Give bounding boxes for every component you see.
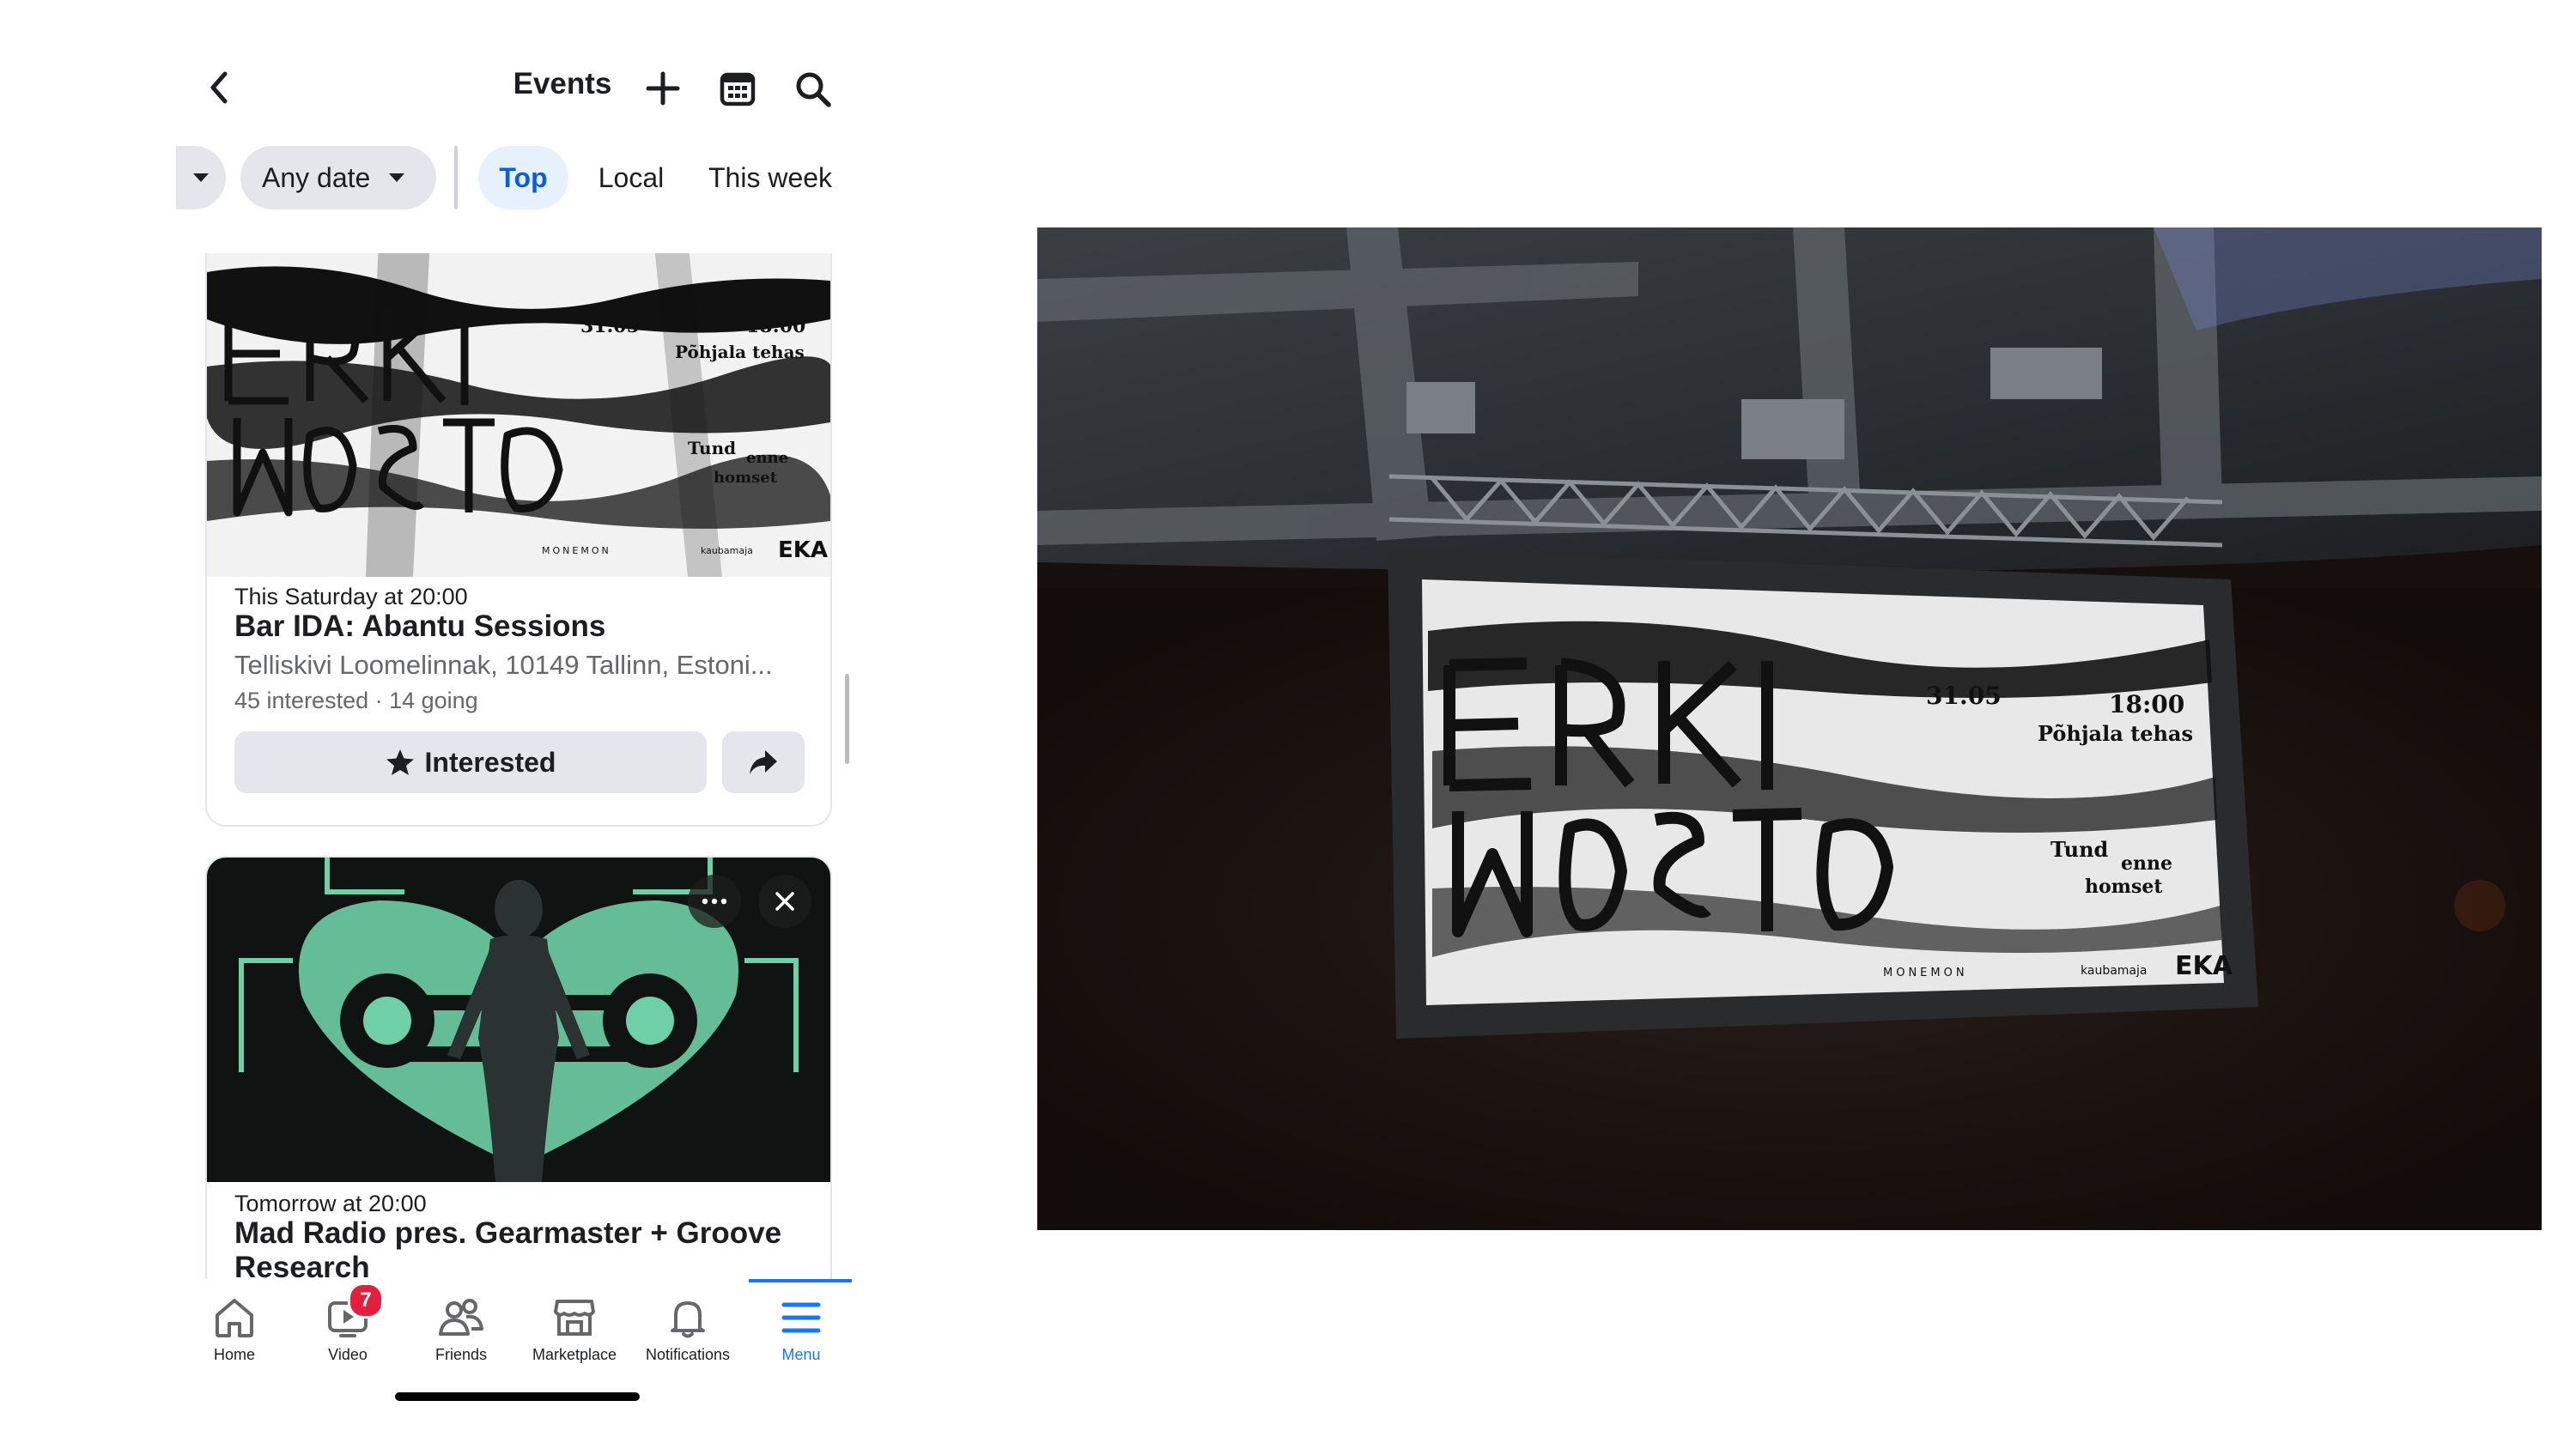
friends-icon	[439, 1299, 483, 1336]
bell-icon	[671, 1301, 705, 1338]
close-icon	[775, 892, 794, 911]
nav-notifications[interactable]: Notifications	[631, 1296, 744, 1364]
event-card[interactable]: Tomorrow at 20:00 Mad Radio pres. Gearma…	[205, 856, 832, 1283]
page-title: Events	[513, 67, 612, 100]
nav-marketplace[interactable]: Marketplace	[518, 1296, 631, 1364]
events-feed[interactable]: 31.05 18:00 Põhjala tehas Tund enne homs…	[176, 253, 854, 1283]
poster-line3: homset	[714, 469, 778, 487]
screen-line2: enne	[2121, 852, 2172, 875]
event-time: Tomorrow at 20:00	[234, 1191, 427, 1216]
screen-venue: Põhjala tehas	[2038, 721, 2193, 746]
nav-menu[interactable]: Menu	[744, 1296, 858, 1364]
more-options-button[interactable]	[688, 875, 741, 928]
interested-label: Interested	[424, 746, 556, 778]
scrollbar[interactable]	[845, 674, 849, 764]
poster-sponsor-3: EKA	[778, 537, 828, 563]
nav-home[interactable]: Home	[178, 1296, 291, 1364]
screen-sponsor-3: EKA	[2175, 951, 2233, 981]
back-icon[interactable]	[206, 69, 232, 106]
calendar-icon[interactable]	[720, 70, 756, 106]
active-tab-indicator	[749, 1279, 852, 1282]
tab-local[interactable]: Local	[588, 146, 674, 209]
screen-date: 31.05	[1926, 682, 2002, 710]
tab-top[interactable]: Top	[478, 146, 568, 209]
poster-sponsor-2: kaubamaja	[701, 545, 753, 556]
caret-down-icon	[389, 173, 405, 182]
star-icon	[386, 749, 414, 775]
event-stats: 45 interested · 14 going	[234, 688, 478, 713]
events-screen: Events Any date Top Local This week 31.0…	[176, 0, 854, 1449]
interested-button[interactable]: Interested	[234, 731, 707, 793]
nav-menu-label: Menu	[781, 1346, 821, 1363]
home-indicator	[395, 1392, 640, 1401]
screen-line3: homset	[2085, 876, 2163, 898]
nav-video[interactable]: 7 Video	[291, 1282, 404, 1364]
nav-friends-label: Friends	[434, 1346, 488, 1363]
top-bar: Events Any date Top Local This week	[176, 0, 854, 209]
date-filter-label: Any date	[262, 161, 371, 193]
event-title[interactable]: Mad Radio pres. Gearmaster + Groove Rese…	[234, 1216, 801, 1283]
event-venue-photo: 31.05 18:00 Põhjala tehas Tund enne homs…	[1037, 227, 2542, 1230]
hide-event-button[interactable]	[758, 875, 811, 928]
poster-sponsor-1: MONEMON	[542, 545, 611, 556]
poster-date: 31.05	[580, 315, 640, 337]
create-event-icon[interactable]	[646, 71, 680, 106]
filter-chip-partial[interactable]	[176, 146, 226, 209]
video-badge: 7	[348, 1282, 384, 1319]
screen-sponsor-1: MONEMON	[1883, 967, 1968, 979]
poster-line1: Tund	[688, 438, 736, 458]
more-dots-icon	[702, 898, 727, 905]
nav-marketplace-label: Marketplace	[532, 1346, 617, 1363]
share-icon	[750, 750, 777, 774]
marketplace-icon	[554, 1300, 595, 1336]
poster-line2: enne	[746, 449, 788, 467]
nav-video-label: Video	[328, 1346, 368, 1363]
screen-line1: Tund	[2050, 837, 2109, 862]
bottom-navigation: Home 7 Video Friends Marketplace Notific…	[176, 1279, 854, 1399]
home-icon	[216, 1299, 253, 1337]
event-time: This Saturday at 20:00	[234, 584, 468, 609]
nav-friends[interactable]: Friends	[404, 1296, 518, 1364]
nav-home-label: Home	[213, 1346, 255, 1363]
screen-time: 18:00	[2109, 690, 2184, 718]
tab-this-week[interactable]: This week	[708, 146, 854, 209]
search-icon[interactable]	[794, 70, 832, 108]
share-button[interactable]	[722, 731, 805, 793]
date-filter-dropdown[interactable]: Any date	[240, 146, 436, 209]
poster-time: 18:00	[746, 315, 805, 337]
filter-divider	[454, 146, 458, 209]
screen-sponsor-2: kaubamaja	[2081, 964, 2147, 978]
menu-icon	[781, 1302, 821, 1333]
poster-venue: Põhjala tehas	[675, 342, 805, 362]
event-card[interactable]: 31.05 18:00 Põhjala tehas Tund enne homs…	[205, 253, 832, 827]
caret-down-icon	[193, 173, 209, 182]
event-location: Telliskivi Loomelinnak, 10149 Tallinn, E…	[234, 650, 773, 680]
nav-notifications-label: Notifications	[645, 1346, 731, 1363]
event-poster-image: 31.05 18:00 Põhjala tehas Tund enne homs…	[207, 253, 830, 577]
event-title[interactable]: Bar IDA: Abantu Sessions	[234, 609, 801, 644]
